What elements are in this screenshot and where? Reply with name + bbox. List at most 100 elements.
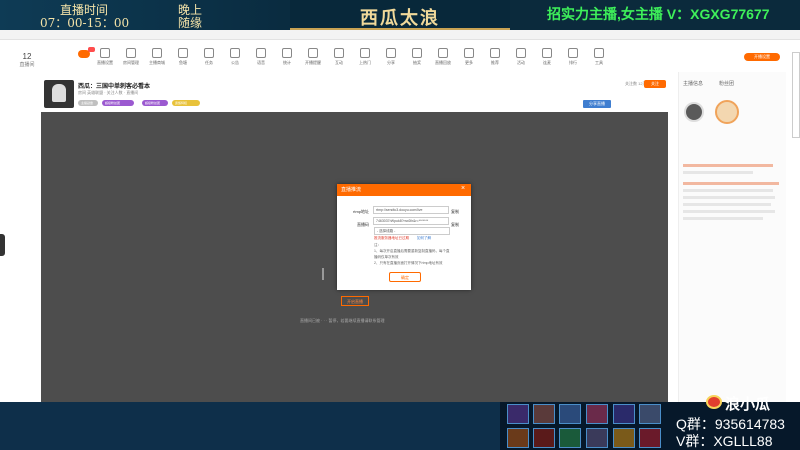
toolbar-item[interactable]: 任务	[196, 42, 222, 70]
toolbar-item[interactable]: 主播商城	[144, 42, 170, 70]
tool-icon	[594, 48, 604, 58]
copy-rtmp-button[interactable]: 复制	[451, 209, 459, 215]
toolbar: 直播设置 房间管理 主播商城 鱼塘 任务 公告 语音 统计 开播提醒 互动 上热…	[40, 42, 780, 72]
expired-warning: 推流服务器地址已过期	[374, 236, 409, 240]
room-tag[interactable]: 超级粉丝团	[142, 100, 168, 106]
scrollbar[interactable]	[792, 52, 800, 138]
toolbar-item[interactable]: 鱼塘	[170, 42, 196, 70]
tool-icon	[126, 48, 136, 58]
streamer-name: 西瓜太浪	[360, 8, 440, 29]
skill-icon	[586, 428, 608, 448]
skill-icon	[533, 404, 555, 424]
toolbar-item[interactable]: 更多	[456, 42, 482, 70]
announcement-line	[683, 203, 771, 206]
avatar[interactable]	[44, 80, 74, 108]
announcement-line	[683, 196, 775, 199]
tool-icon	[334, 48, 344, 58]
brand-name: 浪小瓜	[725, 395, 771, 413]
right-sidebar: 主播信息 粉丝团	[678, 72, 786, 402]
tool-icon	[178, 48, 188, 58]
toolbar-item[interactable]: 开播提醒	[300, 42, 326, 70]
toolbar-item[interactable]: 上热门	[352, 42, 378, 70]
toolbar-item[interactable]: 互动	[326, 42, 352, 70]
toolbar-item[interactable]: 连麦	[534, 42, 560, 70]
sidebar-tab-fans[interactable]: 粉丝团	[719, 80, 734, 87]
toolbar-item[interactable]: 统计	[274, 42, 300, 70]
skill-icon	[613, 428, 635, 448]
toolbar-item[interactable]: 直播回放	[430, 42, 456, 70]
start-stream-button[interactable]: 开启直播	[341, 296, 369, 306]
room-count: 12	[22, 52, 32, 61]
room-tag[interactable]: 贵族特权	[172, 100, 200, 106]
skill-icon	[533, 428, 555, 448]
dialog-note: 2、只有在直播页面打开情况下rtmp地址有效	[374, 261, 443, 265]
announcement-line	[683, 210, 775, 213]
skill-icon	[559, 428, 581, 448]
tool-icon	[464, 48, 474, 58]
tool-icon	[100, 48, 110, 58]
tool-icon	[386, 48, 396, 58]
skill-icon	[559, 404, 581, 424]
announcement-line	[683, 189, 773, 192]
toolbar-item[interactable]: 语音	[248, 42, 274, 70]
tool-icon	[360, 48, 370, 58]
dialog-title: 直播推流	[341, 187, 362, 193]
overlay-bottom-panel	[0, 402, 500, 450]
toolbar-item[interactable]: 分享	[378, 42, 404, 70]
stream-key-field[interactable]: 7463037rWpuk8?rrw2ih&r=*******	[373, 217, 449, 225]
top-nav-strip	[0, 30, 800, 40]
help-link[interactable]: 如何了解	[417, 236, 431, 241]
toolbar-item[interactable]: 推荐	[482, 42, 508, 70]
tool-icon	[230, 48, 240, 58]
skill-icon	[613, 404, 635, 424]
tool-icon	[516, 48, 526, 58]
dialog-note: 1、每次开启直播后需要重新复制直播码，每个直	[374, 249, 450, 253]
toolbar-item[interactable]: 直播设置	[92, 42, 118, 70]
tool-icon	[490, 48, 500, 58]
rtmp-field[interactable]: rtmp://sendtc3.douyu.com/live	[373, 206, 449, 214]
toolbar-item[interactable]: 公告	[222, 42, 248, 70]
rtmp-label: rtmp地址	[353, 209, 369, 214]
live-time-value: 07：00-15：00	[40, 16, 130, 30]
toolbar-item[interactable]: 抽奖	[404, 42, 430, 70]
tool-icon	[152, 48, 162, 58]
drawer-handle[interactable]	[0, 234, 5, 256]
confirm-button[interactable]: 确定	[389, 272, 421, 282]
sidebar-tab-info[interactable]: 主播信息	[683, 80, 703, 87]
announcement-line	[683, 171, 753, 174]
tool-icon	[282, 48, 292, 58]
toolbar-item[interactable]: 房间管理	[118, 42, 144, 70]
room-tag[interactable]: 超级粉丝团	[102, 100, 134, 106]
room-count-label: 直播间	[19, 62, 35, 68]
tool-icon	[204, 48, 214, 58]
close-icon[interactable]: ×	[461, 185, 465, 192]
follow-button[interactable]: 关注	[644, 80, 666, 88]
copy-key-button[interactable]: 复制	[451, 222, 459, 228]
tool-icon	[542, 48, 552, 58]
tool-icon	[568, 48, 578, 58]
announcement-line	[683, 217, 763, 220]
room-tag[interactable]: 主播勋章	[78, 100, 98, 106]
skill-icon	[586, 404, 608, 424]
stream-key-label: 直播码	[357, 222, 369, 227]
toolbar-item[interactable]: 排行	[560, 42, 586, 70]
streamer-name-banner: 西瓜太浪	[290, 0, 510, 30]
skill-icon	[639, 404, 661, 424]
tool-icon	[412, 48, 422, 58]
cursor-icon	[322, 268, 327, 280]
toolbar-item[interactable]: 工具	[586, 42, 612, 70]
room-title: 西瓜：三国中单刺客必看本	[78, 84, 151, 90]
dialog-header: 直播推流 ×	[337, 184, 471, 196]
weibo-icon	[706, 395, 722, 409]
evening-value: 随缘	[178, 16, 203, 30]
share-button[interactable]: 分享直播	[583, 100, 611, 108]
avatar[interactable]	[684, 102, 704, 122]
tool-icon	[256, 48, 266, 58]
toolbar-item[interactable]: 活动	[508, 42, 534, 70]
room-subtitle: 房间 英雄联盟 · 关注人数 · 直播间	[78, 90, 139, 95]
v-group: V群：XGLLL88	[676, 433, 773, 449]
line-select[interactable]: - 选择线路 -	[374, 227, 450, 235]
tool-icon	[308, 48, 318, 58]
avatar[interactable]	[715, 100, 739, 124]
stream-settings-button[interactable]: 开播设置	[744, 53, 780, 61]
